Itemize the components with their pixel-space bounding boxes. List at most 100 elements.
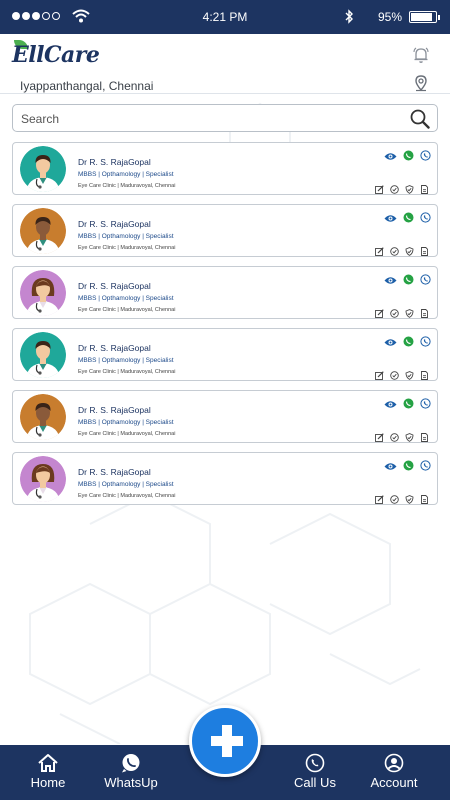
doctor-actions-top	[384, 210, 431, 228]
current-location[interactable]: Iyappanthangal, Chennai	[20, 79, 153, 93]
edit-icon[interactable]	[375, 181, 384, 199]
bluetooth-icon	[345, 9, 353, 24]
view-eye-icon[interactable]	[384, 334, 397, 352]
whatsapp-icon[interactable]	[403, 396, 414, 414]
phone-icon	[305, 753, 325, 773]
search-icon[interactable]	[409, 108, 431, 130]
doctor-clinic: Eye Care Clinic | Maduravoyal, Chennai	[78, 369, 176, 375]
doctor-specialty: MBBS | Opthamology | Specialist	[78, 357, 174, 364]
check-circle-icon[interactable]	[390, 181, 399, 199]
doctor-specialty: MBBS | Opthamology | Specialist	[78, 481, 174, 488]
doctor-card[interactable]: Dr R. S. RajaGopal MBBS | Opthamology | S…	[12, 452, 438, 505]
document-icon[interactable]	[420, 305, 429, 323]
nav-whatsapp[interactable]: WhatsUp	[98, 745, 164, 800]
edit-icon[interactable]	[375, 491, 384, 509]
search-bar	[12, 104, 438, 132]
doctor-list: Dr R. S. RajaGopal MBBS | Opthamology | S…	[12, 142, 438, 514]
verified-shield-icon[interactable]	[405, 243, 414, 261]
doctor-card[interactable]: Dr R. S. RajaGopal MBBS | Opthamology | S…	[12, 390, 438, 443]
verified-shield-icon[interactable]	[405, 181, 414, 199]
view-eye-icon[interactable]	[384, 148, 397, 166]
doctor-actions-bottom	[375, 243, 429, 261]
home-icon	[38, 754, 58, 772]
doctor-actions-top	[384, 458, 431, 476]
nav-call[interactable]: Call Us	[288, 745, 342, 800]
doctor-avatar	[20, 270, 66, 316]
whatsapp-icon[interactable]	[403, 458, 414, 476]
phone-icon[interactable]	[420, 148, 431, 166]
doctor-avatar	[20, 456, 66, 502]
document-icon[interactable]	[420, 367, 429, 385]
search-input[interactable]	[21, 109, 401, 129]
app-logo: EllCare	[12, 40, 100, 70]
doctor-name: Dr R. S. RajaGopal	[78, 281, 151, 291]
nav-account-label: Account	[370, 775, 418, 790]
edit-icon[interactable]	[375, 429, 384, 447]
nav-home[interactable]: Home	[18, 745, 78, 800]
doctor-card[interactable]: Dr R. S. RajaGopal MBBS | Opthamology | S…	[12, 142, 438, 195]
edit-icon[interactable]	[375, 305, 384, 323]
whatsapp-icon	[122, 754, 140, 773]
check-circle-icon[interactable]	[390, 243, 399, 261]
phone-icon[interactable]	[420, 334, 431, 352]
doctor-specialty: MBBS | Opthamology | Specialist	[78, 419, 174, 426]
doctor-actions-top	[384, 272, 431, 290]
whatsapp-icon[interactable]	[403, 210, 414, 228]
doctor-name: Dr R. S. RajaGopal	[78, 405, 151, 415]
phone-icon[interactable]	[420, 458, 431, 476]
phone-icon[interactable]	[420, 210, 431, 228]
doctor-actions-bottom	[375, 429, 429, 447]
view-eye-icon[interactable]	[384, 272, 397, 290]
doctor-actions-top	[384, 396, 431, 414]
doctor-actions-top	[384, 334, 431, 352]
whatsapp-icon[interactable]	[403, 334, 414, 352]
document-icon[interactable]	[420, 181, 429, 199]
whatsapp-icon[interactable]	[403, 148, 414, 166]
phone-icon[interactable]	[420, 396, 431, 414]
doctor-avatar	[20, 146, 66, 192]
nav-account[interactable]: Account	[364, 745, 424, 800]
verified-shield-icon[interactable]	[405, 429, 414, 447]
check-circle-icon[interactable]	[390, 305, 399, 323]
document-icon[interactable]	[420, 243, 429, 261]
verified-shield-icon[interactable]	[405, 491, 414, 509]
verified-shield-icon[interactable]	[405, 367, 414, 385]
add-fab-button[interactable]	[189, 705, 261, 777]
document-icon[interactable]	[420, 491, 429, 509]
doctor-name: Dr R. S. RajaGopal	[78, 343, 151, 353]
doctor-avatar	[20, 332, 66, 378]
doctor-specialty: MBBS | Opthamology | Specialist	[78, 295, 174, 302]
edit-icon[interactable]	[375, 367, 384, 385]
doctor-actions-bottom	[375, 367, 429, 385]
check-circle-icon[interactable]	[390, 367, 399, 385]
doctor-specialty: MBBS | Opthamology | Specialist	[78, 233, 174, 240]
check-circle-icon[interactable]	[390, 491, 399, 509]
doctor-card[interactable]: Dr R. S. RajaGopal MBBS | Opthamology | S…	[12, 266, 438, 319]
bell-icon[interactable]	[412, 46, 430, 64]
nav-call-label: Call Us	[294, 775, 336, 790]
view-eye-icon[interactable]	[384, 458, 397, 476]
location-pin-icon[interactable]	[413, 74, 429, 92]
doctor-actions-bottom	[375, 181, 429, 199]
doctor-clinic: Eye Care Clinic | Maduravoyal, Chennai	[78, 307, 176, 313]
whatsapp-icon[interactable]	[403, 272, 414, 290]
check-circle-icon[interactable]	[390, 429, 399, 447]
doctor-card[interactable]: Dr R. S. RajaGopal MBBS | Opthamology | S…	[12, 328, 438, 381]
doctor-clinic: Eye Care Clinic | Maduravoyal, Chennai	[78, 183, 176, 189]
doctor-actions-bottom	[375, 491, 429, 509]
doctor-avatar	[20, 394, 66, 440]
doctor-name: Dr R. S. RajaGopal	[78, 219, 151, 229]
verified-shield-icon[interactable]	[405, 305, 414, 323]
doctor-card[interactable]: Dr R. S. RajaGopal MBBS | Opthamology | S…	[12, 204, 438, 257]
nav-whatsapp-label: WhatsUp	[104, 775, 158, 790]
view-eye-icon[interactable]	[384, 210, 397, 228]
nav-home-label: Home	[30, 775, 66, 790]
doctor-name: Dr R. S. RajaGopal	[78, 157, 151, 167]
doctor-name: Dr R. S. RajaGopal	[78, 467, 151, 477]
edit-icon[interactable]	[375, 243, 384, 261]
document-icon[interactable]	[420, 429, 429, 447]
phone-icon[interactable]	[420, 272, 431, 290]
doctor-actions-top	[384, 148, 431, 166]
view-eye-icon[interactable]	[384, 396, 397, 414]
doctor-clinic: Eye Care Clinic | Maduravoyal, Chennai	[78, 245, 176, 251]
